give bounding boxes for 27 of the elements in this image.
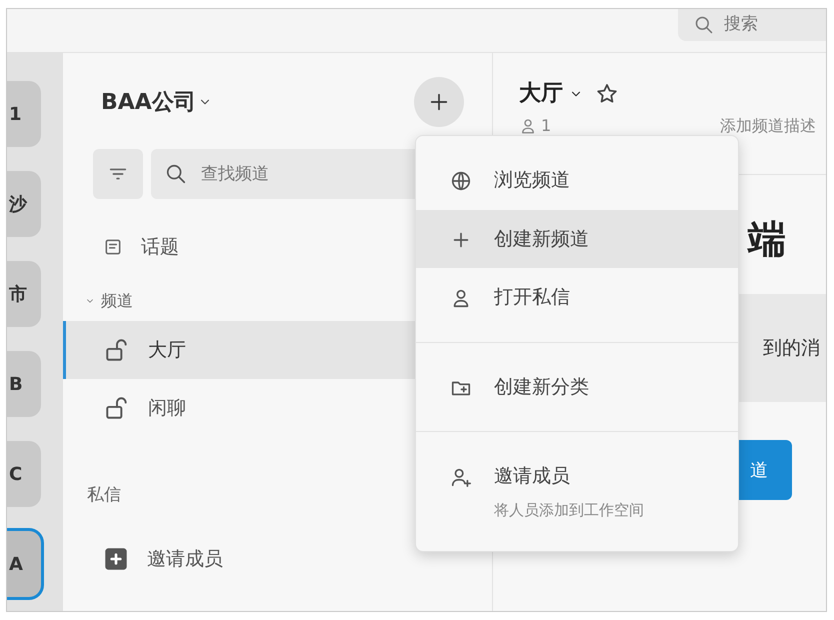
person-add-icon bbox=[450, 466, 472, 488]
banner-text: 到的消 bbox=[763, 336, 821, 361]
menu-item[interactable]: 创建新频道 bbox=[416, 210, 738, 268]
workspace-tile[interactable]: 1 bbox=[7, 81, 41, 147]
workspace-tile[interactable]: B bbox=[7, 351, 41, 417]
section-header: 私信 bbox=[86, 484, 122, 507]
plus-icon bbox=[428, 91, 450, 113]
star-icon[interactable] bbox=[595, 82, 619, 106]
workspace-tile[interactable]: C bbox=[7, 441, 41, 507]
workspace-tile[interactable]: 沙 bbox=[7, 171, 41, 237]
menu-item-description: 将人员添加到工作空间 bbox=[494, 500, 644, 520]
search-icon bbox=[694, 15, 714, 35]
search-icon bbox=[165, 163, 187, 185]
globe-icon bbox=[450, 170, 472, 192]
workspace-tile[interactable]: A bbox=[7, 531, 41, 597]
channel-title[interactable]: 大厅 bbox=[519, 77, 563, 110]
menu-item[interactable]: 浏览频道 bbox=[416, 151, 738, 210]
menu-item-label: 邀请成员 bbox=[494, 464, 571, 489]
workspace-name[interactable]: BAA公司 bbox=[101, 86, 196, 118]
add-button[interactable] bbox=[414, 77, 464, 127]
person-icon bbox=[519, 117, 537, 135]
heading-text: 端 bbox=[748, 216, 786, 263]
threads-icon bbox=[103, 237, 123, 257]
member-count: 1 bbox=[541, 115, 552, 137]
add-square-icon bbox=[103, 546, 129, 572]
workspace-tile[interactable]: 市 bbox=[7, 261, 41, 327]
search-field[interactable]: 搜索 bbox=[678, 9, 826, 41]
